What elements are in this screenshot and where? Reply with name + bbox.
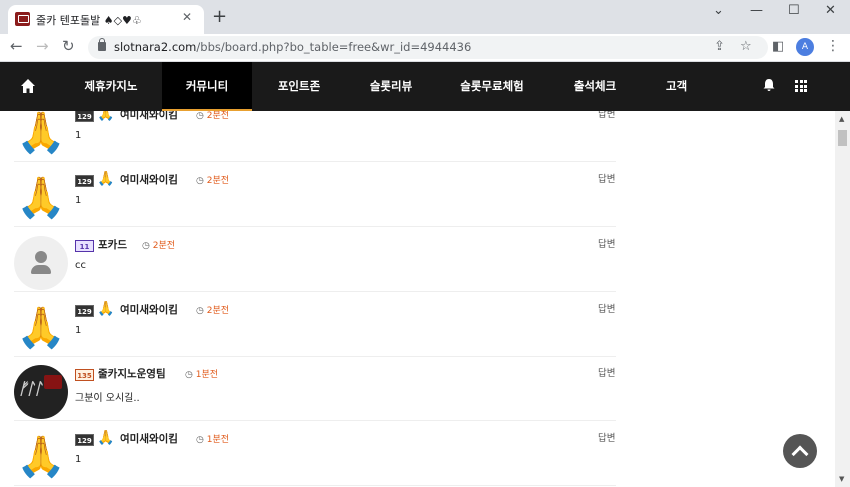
comment-author[interactable]: 여미새와이킴 xyxy=(120,172,178,187)
minimize-window-button[interactable]: — xyxy=(750,3,763,18)
comment-body: 1 xyxy=(75,454,82,465)
browser-menu-icon[interactable]: ⋮ xyxy=(826,38,840,54)
avatar: 🙏 xyxy=(16,434,66,480)
tab-title: 줄카 텐포돌발 ♠◇♥♧ xyxy=(36,14,142,27)
comment-item: 11 포카드 2분전 답변 cc xyxy=(14,227,616,292)
comment-item: 🙏 129 🙏 여미새와이킴 2분전 답변 1 xyxy=(14,292,616,357)
comment-item: ᚠᛚᛚ 135 줄카지노운영팀 1분전 답변 그분이 오시길.. xyxy=(14,356,616,421)
scroll-up-icon[interactable]: ▲ xyxy=(839,115,844,123)
nickname-emoji: 🙏 xyxy=(97,430,115,446)
level-badge: 129 xyxy=(75,175,94,187)
profile-avatar[interactable]: A xyxy=(796,38,814,56)
reply-button[interactable]: 답변 xyxy=(598,365,615,379)
nav-item-free-slot[interactable]: 슬롯무료체험 xyxy=(440,62,544,111)
comment-item: 🙏 129 🙏 여미새와이킴 1분전 답변 1 xyxy=(14,421,616,486)
side-panel-icon[interactable]: ◧ xyxy=(772,39,784,54)
maximize-window-button[interactable]: ☐ xyxy=(788,3,800,18)
nav-item-attendance[interactable]: 출석체크 xyxy=(550,62,640,111)
comment-author[interactable]: 여미새와이킴 xyxy=(120,302,178,317)
comment-time: 2분전 xyxy=(196,303,229,316)
reply-button[interactable]: 답변 xyxy=(598,430,615,444)
comment-time: 1분전 xyxy=(196,432,229,445)
level-badge: 129 xyxy=(75,434,94,446)
tab-search-icon[interactable]: ⌄ xyxy=(713,3,724,18)
back-to-top-button[interactable] xyxy=(783,434,817,468)
avatar: 🙏 xyxy=(16,175,66,221)
site-navigation: 제휴카지노 커뮤니티 포인트존 슬롯리뷰 슬롯무료체험 출석체크 고객센 xyxy=(0,62,850,111)
logo-mark: ᚠᛚᛚ xyxy=(18,379,43,398)
url-host: slotnara2.com xyxy=(114,40,197,54)
bookmark-star-icon[interactable]: ☆ xyxy=(740,39,752,54)
comment-body: 1 xyxy=(75,325,82,336)
nav-item-partner-casino[interactable]: 제휴카지노 xyxy=(66,62,156,111)
site-favicon-icon xyxy=(15,12,30,26)
level-badge: 129 xyxy=(75,305,94,317)
nickname-emoji: 🙏 xyxy=(97,171,115,187)
comment-author[interactable]: 줄카지노운영팀 xyxy=(98,366,166,381)
close-window-button[interactable]: ✕ xyxy=(825,3,836,18)
url-path: /bbs/board.php?bo_table=free&wr_id=49444… xyxy=(196,40,472,54)
comment-author[interactable]: 포카드 xyxy=(98,237,127,252)
url-text[interactable]: slotnara2.com/bbs/board.php?bo_table=fre… xyxy=(114,40,471,54)
nav-right-tools xyxy=(694,62,850,111)
reply-button[interactable]: 답변 xyxy=(598,236,615,250)
close-tab-icon[interactable]: ✕ xyxy=(182,10,192,24)
comment-author[interactable]: 여미새와이킴 xyxy=(120,111,178,122)
reply-button[interactable]: 답변 xyxy=(598,301,615,315)
comment-list: 🙏 129 🙏 여미새와이킴 2분전 답변 1 🙏 129 🙏 여미새와이킴 2… xyxy=(0,111,835,487)
comment-body: 1 xyxy=(75,130,82,141)
comment-time: 2분전 xyxy=(196,111,229,121)
reload-icon[interactable]: ↻ xyxy=(62,37,75,55)
comment-author[interactable]: 여미새와이킴 xyxy=(120,431,178,446)
level-badge: 11 xyxy=(75,240,94,252)
nav-item-community[interactable]: 커뮤니티 xyxy=(162,62,252,111)
reply-button[interactable]: 답변 xyxy=(598,111,615,120)
casino-logo-avatar: ᚠᛚᛚ xyxy=(14,365,68,419)
level-badge: 135 xyxy=(75,369,94,381)
comment-body: 그분이 오시길.. xyxy=(75,393,140,404)
nickname-emoji: 🙏 xyxy=(97,111,115,122)
share-icon[interactable]: ⇪ xyxy=(714,39,725,54)
lock-icon[interactable] xyxy=(98,38,106,51)
comment-time: 2분전 xyxy=(142,238,175,251)
comment-time: 2분전 xyxy=(196,173,229,186)
new-tab-button[interactable]: + xyxy=(212,6,227,27)
browser-tab-strip: 줄카 텐포돌발 ♠◇♥♧ ✕ + ⌄ — ☐ ✕ xyxy=(0,0,850,34)
comment-body: cc xyxy=(75,260,86,271)
nav-item-slot-review[interactable]: 슬롯리뷰 xyxy=(346,62,436,111)
grid-menu-icon[interactable] xyxy=(795,80,807,92)
comment-item: 🙏 129 🙏 여미새와이킴 2분전 답변 1 xyxy=(14,111,616,162)
page-scrollbar[interactable]: ▲ ▼ xyxy=(835,111,850,487)
comment-body: 1 xyxy=(75,195,82,206)
nav-item-customer-center[interactable]: 고객센 xyxy=(650,62,694,111)
back-icon[interactable]: ← xyxy=(10,37,23,55)
home-icon[interactable] xyxy=(20,78,36,94)
nickname-emoji: 🙏 xyxy=(97,301,115,317)
avatar: 🙏 xyxy=(16,305,66,351)
forward-icon[interactable]: → xyxy=(36,37,49,55)
browser-toolbar: ← → ↻ slotnara2.com/bbs/board.php?bo_tab… xyxy=(0,34,850,62)
address-bar[interactable]: slotnara2.com/bbs/board.php?bo_table=fre… xyxy=(88,36,768,59)
avatar: 🙏 xyxy=(16,111,66,156)
nav-item-point-zone[interactable]: 포인트존 xyxy=(254,62,344,111)
scroll-thumb[interactable] xyxy=(838,130,847,146)
comment-time: 1분전 xyxy=(185,367,218,380)
level-badge: 129 xyxy=(75,111,94,122)
browser-tab[interactable]: 줄카 텐포돌발 ♠◇♥♧ ✕ xyxy=(8,5,204,34)
comment-item: 🙏 129 🙏 여미새와이킴 2분전 답변 1 xyxy=(14,162,616,227)
scroll-down-icon[interactable]: ▼ xyxy=(839,475,844,483)
reply-button[interactable]: 답변 xyxy=(598,171,615,185)
bell-icon[interactable] xyxy=(762,78,776,92)
default-avatar-icon xyxy=(14,236,68,290)
